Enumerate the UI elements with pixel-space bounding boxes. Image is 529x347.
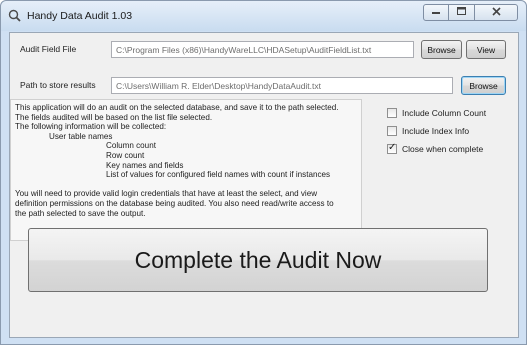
description-line: The following information will be collec… bbox=[15, 122, 167, 132]
include-index-info-option[interactable]: Include Index Info bbox=[387, 126, 469, 136]
description-text: This application will do an audit on the… bbox=[10, 99, 362, 241]
maximize-button[interactable] bbox=[449, 4, 475, 21]
minimize-icon bbox=[432, 7, 440, 18]
description-line: The fields audited will be based on the … bbox=[15, 112, 213, 122]
window-title: Handy Data Audit 1.03 bbox=[27, 10, 133, 22]
app-window: Handy Data Audit 1.03 Audit Field File C… bbox=[0, 0, 527, 345]
main-panel: Audit Field File C:\Program Files (x86)\… bbox=[9, 32, 519, 338]
audit-field-file-input[interactable]: C:\Program Files (x86)\HandyWareLLC\HDAS… bbox=[111, 41, 414, 58]
close-when-complete-checkbox[interactable] bbox=[387, 142, 397, 154]
results-path-input[interactable]: C:\Users\William R. Elder\Desktop\HandyD… bbox=[111, 77, 453, 94]
description-line: the path selected to save the output. bbox=[15, 208, 146, 218]
description-line bbox=[15, 180, 357, 190]
close-icon bbox=[491, 6, 501, 19]
description-line: User table names bbox=[49, 131, 113, 141]
title-bar[interactable]: Handy Data Audit 1.03 bbox=[1, 1, 526, 31]
close-when-complete-option[interactable]: Close when complete bbox=[387, 142, 484, 154]
maximize-icon bbox=[457, 7, 466, 18]
results-path-browse-button[interactable]: Browse bbox=[461, 76, 506, 95]
complete-audit-button[interactable]: Complete the Audit Now bbox=[28, 228, 488, 292]
close-button[interactable] bbox=[475, 4, 518, 21]
description-line: You will need to provide valid login cre… bbox=[15, 189, 318, 199]
window-controls bbox=[423, 4, 518, 21]
description-line: Row count bbox=[106, 150, 145, 160]
audit-field-browse-button[interactable]: Browse bbox=[421, 40, 462, 59]
description-line: List of values for configured field name… bbox=[106, 170, 331, 180]
include-index-info-checkbox[interactable] bbox=[387, 126, 397, 136]
audit-field-view-button[interactable]: View bbox=[466, 40, 506, 59]
results-path-label: Path to store results bbox=[20, 80, 96, 90]
include-column-count-option[interactable]: Include Column Count bbox=[387, 108, 486, 118]
description-line: definition permissions on the database b… bbox=[15, 198, 334, 208]
description-line: This application will do an audit on the… bbox=[15, 103, 339, 112]
description-line: Column count bbox=[106, 141, 156, 151]
include-column-count-label: Include Column Count bbox=[402, 108, 487, 118]
include-column-count-checkbox[interactable] bbox=[387, 108, 397, 118]
minimize-button[interactable] bbox=[423, 4, 449, 21]
include-index-info-label: Include Index Info bbox=[402, 126, 470, 136]
magnifier-icon bbox=[8, 9, 21, 22]
close-when-complete-label: Close when complete bbox=[402, 144, 484, 154]
audit-field-label: Audit Field File bbox=[20, 44, 77, 54]
description-line: Key names and fields bbox=[106, 160, 184, 170]
